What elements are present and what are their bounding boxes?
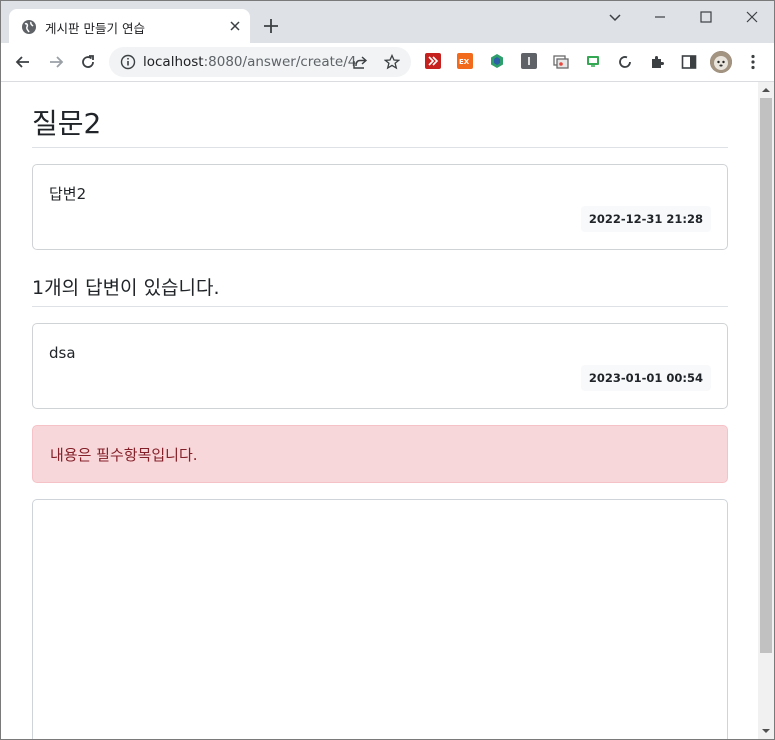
address-bar[interactable]: localhost:8080/answer/create/4: [109, 47, 411, 77]
question-title: 질문2: [32, 107, 102, 140]
extension-hexagon-icon[interactable]: [489, 53, 505, 69]
vertical-scrollbar[interactable]: [758, 82, 774, 739]
extension-red-icon[interactable]: [425, 53, 441, 69]
extensions-puzzle-icon[interactable]: [647, 52, 667, 72]
url-host: localhost: [143, 54, 204, 70]
url-text[interactable]: localhost:8080/answer/create/4: [143, 54, 356, 70]
extension-window-icon[interactable]: [553, 53, 569, 69]
profile-avatar[interactable]: [710, 51, 732, 73]
bookmark-star-icon[interactable]: [384, 54, 400, 70]
browser-tab[interactable]: 게시판 만들기 연습: [9, 9, 250, 43]
question-content: 답변2: [49, 185, 87, 203]
browser-toolbar: localhost:8080/answer/create/4 EX: [1, 43, 774, 82]
tab-strip: 게시판 만들기 연습: [1, 1, 774, 43]
page-content: 질문2 답변2 2022-12-31 21:28 1개의 답변이 있습니다. d…: [1, 82, 758, 739]
back-arrow-icon[interactable]: [13, 52, 33, 72]
extension-ex-icon[interactable]: EX: [457, 53, 473, 69]
svg-text:EX: EX: [459, 58, 470, 66]
close-tab-icon[interactable]: [227, 18, 243, 34]
error-message: 내용은 필수항목입니다.: [50, 446, 198, 464]
tab-search-icon[interactable]: [605, 7, 625, 27]
extension-green-icon[interactable]: [585, 53, 601, 69]
url-path: :8080/answer/create/4: [203, 54, 357, 70]
question-date-badge: 2022-12-31 21:28: [580, 206, 711, 232]
scroll-down-arrow-icon[interactable]: [762, 727, 770, 735]
validation-error-alert: 내용은 필수항목입니다.: [32, 425, 728, 483]
site-info-icon[interactable]: [120, 54, 136, 70]
maximize-icon[interactable]: [696, 7, 716, 27]
scroll-thumb[interactable]: [760, 98, 772, 653]
minimize-icon[interactable]: [650, 7, 670, 27]
browser-window: 게시판 만들기 연습 localhost:8080/answer/create/…: [0, 0, 775, 740]
answer-content-textarea[interactable]: [32, 499, 728, 739]
new-tab-icon[interactable]: [261, 16, 281, 36]
answer-card: dsa 2023-01-01 00:54: [32, 323, 728, 409]
menu-kebab-icon[interactable]: [743, 52, 763, 72]
refresh-extension-icon[interactable]: [615, 52, 635, 72]
question-card: 답변2 2022-12-31 21:28: [32, 164, 728, 250]
share-icon[interactable]: [352, 54, 368, 70]
reload-icon[interactable]: [78, 52, 98, 72]
answer-date-badge: 2023-01-01 00:54: [580, 365, 711, 391]
close-window-icon[interactable]: [742, 7, 762, 27]
side-panel-icon[interactable]: [679, 52, 699, 72]
forward-arrow-icon[interactable]: [46, 52, 66, 72]
answer-content: dsa: [49, 344, 76, 362]
title-divider: [32, 147, 728, 148]
extension-i-icon[interactable]: [521, 53, 537, 69]
answer-divider: [32, 306, 728, 307]
tab-title: 게시판 만들기 연습: [45, 21, 145, 36]
scroll-up-arrow-icon[interactable]: [762, 86, 770, 94]
globe-icon: [22, 20, 36, 34]
answer-count-heading: 1개의 답변이 있습니다.: [32, 277, 220, 299]
